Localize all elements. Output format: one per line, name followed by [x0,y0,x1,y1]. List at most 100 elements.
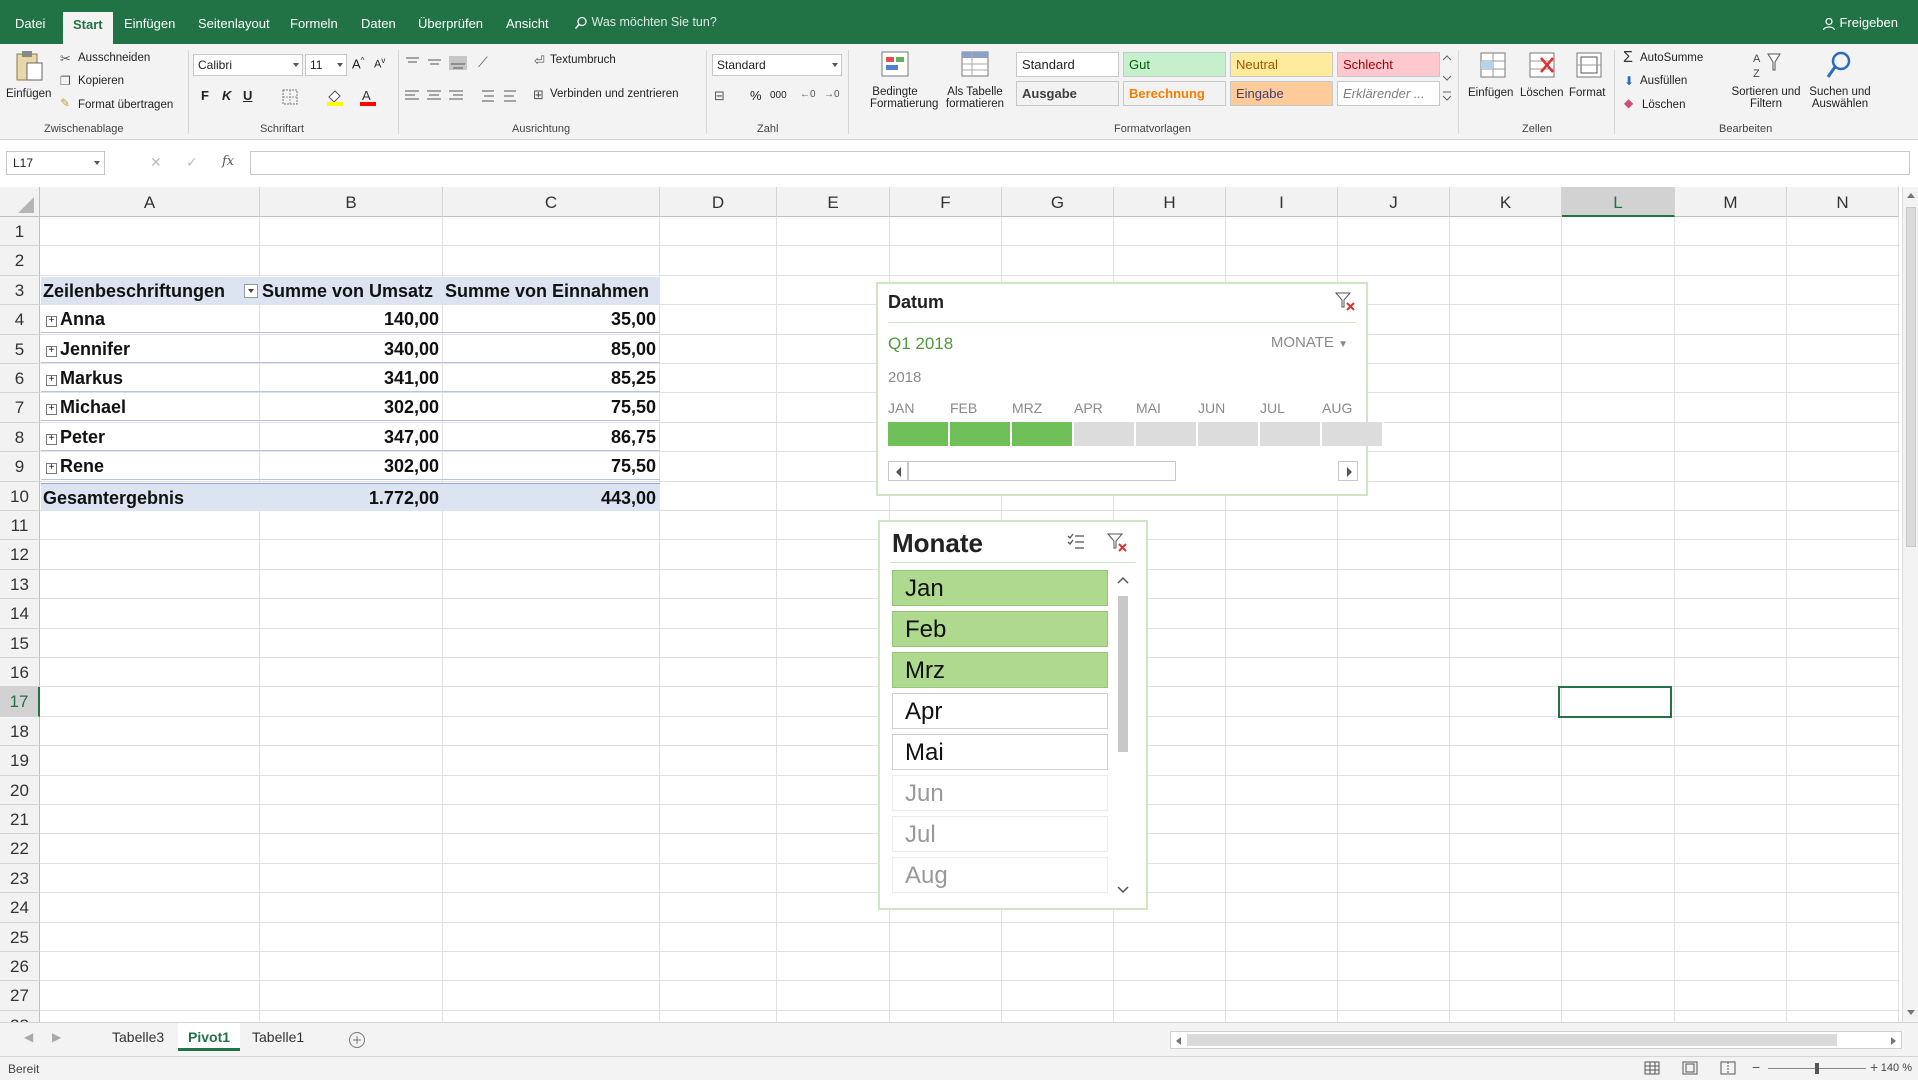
tab-seitenlayout[interactable]: Seitenlayout [198,16,270,31]
cell-style-eingabe[interactable]: Eingabe [1230,81,1333,106]
column-header-e[interactable]: E [777,187,890,217]
bold-button[interactable]: F [201,88,209,103]
column-header-d[interactable]: D [660,187,777,217]
row-header-16[interactable]: 16 [0,658,40,688]
cell-style-schlecht[interactable]: Schlecht [1337,52,1440,77]
row-header-19[interactable]: 19 [0,746,40,776]
paste-button[interactable]: Einfügen [6,88,51,100]
months-slicer[interactable]: Monate Jan Feb Mrz Apr Mai Jun Jul Aug [878,520,1148,910]
select-all-corner[interactable] [0,187,40,217]
slicer-item-apr[interactable]: Apr [892,693,1108,729]
expand-icon[interactable]: + [46,316,57,328]
column-header-g[interactable]: G [1002,187,1114,217]
timeline-month-segment[interactable] [888,422,950,446]
formula-input[interactable] [250,151,1910,175]
scroll-up-icon[interactable] [1906,191,1916,199]
column-header-h[interactable]: H [1114,187,1226,217]
page-layout-view-icon[interactable] [1682,1061,1698,1075]
cell-style-standard[interactable]: Standard [1016,52,1119,77]
row-header-28[interactable]: 28 [0,1010,40,1022]
pivot-cell-umsatz[interactable]: 340,00 [260,335,443,363]
column-header-a[interactable]: A [40,187,260,217]
timeline-level-dropdown[interactable]: MONATE ▼ [1271,334,1348,351]
clear-filter-icon[interactable] [1106,531,1128,553]
conditional-formatting-button[interactable]: Bedingte Formatierung [870,86,938,110]
tell-me-search[interactable]: Was möchten Sie tun? [574,15,717,30]
row-header-17[interactable]: 17 [0,687,40,717]
cell-style-ausgabe[interactable]: Ausgabe [1016,81,1119,106]
next-sheet-icon[interactable]: ▶ [52,1030,61,1044]
column-header-b[interactable]: B [260,187,443,217]
expand-icon[interactable]: + [46,345,57,357]
scroll-down-icon[interactable] [1906,1009,1916,1017]
row-header-4[interactable]: 4 [0,305,40,335]
decrease-decimal-icon[interactable]: →0 [824,89,840,100]
column-header-j[interactable]: J [1338,187,1450,217]
row-header-7[interactable]: 7 [0,393,40,423]
pivot-row-label[interactable]: + Anna [41,305,260,334]
tab-einfuegen[interactable]: Einfügen [124,16,175,31]
thousands-button[interactable]: 000 [770,90,787,101]
row-header-13[interactable]: 13 [0,569,40,600]
sheet-tab-pivot1[interactable]: Pivot1 [178,1023,241,1051]
row-header-18[interactable]: 18 [0,716,40,747]
row-header-2[interactable]: 2 [0,246,40,276]
shrink-font-icon[interactable]: Av [374,56,385,71]
zoom-level[interactable]: 140 % [1881,1062,1912,1074]
clear-filter-icon[interactable] [1334,290,1356,312]
tab-daten[interactable]: Daten [361,16,396,31]
scroll-left-icon[interactable] [1174,1036,1182,1046]
timeline-month-segment[interactable] [1012,422,1074,446]
cancel-icon[interactable]: ✕ [150,154,162,171]
slicer-item-jun[interactable]: Jun [892,775,1108,811]
copy-button[interactable]: Kopieren [78,75,124,87]
tab-datei[interactable]: Datei [15,16,45,31]
tab-ansicht[interactable]: Ansicht [506,16,549,31]
pivot-cell-einnahmen[interactable]: 75,50 [443,452,660,481]
column-header-f[interactable]: F [890,187,1002,217]
cell-style-erklärender[interactable]: Erklärender ... [1337,81,1440,106]
pivot-cell-einnahmen[interactable]: 35,00 [443,305,660,334]
column-header-i[interactable]: I [1226,187,1338,217]
slicer-item-mrz[interactable]: Mrz [892,652,1108,688]
timeline-month-segment[interactable] [1260,422,1322,446]
row-header-27[interactable]: 27 [0,981,40,1011]
percent-button[interactable]: % [750,88,762,103]
format-painter-button[interactable]: Format übertragen [78,99,173,111]
cell-style-gut[interactable]: Gut [1123,52,1226,77]
find-select-button[interactable]: Suchen und Auswählen [1802,86,1878,110]
scroll-right-icon[interactable] [1890,1036,1898,1046]
fill-color-icon[interactable] [326,88,344,106]
horizontal-scroll-thumb[interactable] [1187,1034,1837,1046]
pivot-cell-umsatz[interactable]: 302,00 [260,393,443,422]
row-header-3[interactable]: 3 [0,275,40,306]
vertical-scroll-thumb[interactable] [1906,207,1916,547]
expand-icon[interactable]: + [46,463,57,475]
pivot-row-label[interactable]: + Jennifer [41,335,260,363]
expand-icon[interactable]: + [46,375,57,386]
clear-button[interactable]: Löschen [1642,99,1685,111]
wrap-text-button[interactable]: Textumbruch [550,54,616,66]
zoom-out-icon[interactable]: − [1752,1059,1760,1075]
name-box[interactable]: L17 [6,151,105,175]
column-header-m[interactable]: M [1675,187,1787,217]
slicer-item-aug[interactable]: Aug [892,857,1108,893]
row-header-10[interactable]: 10 [0,481,40,511]
insert-function-button[interactable]: fx [222,154,234,169]
tab-start[interactable]: Start [63,12,113,44]
merge-center-button[interactable]: Verbinden und zentrieren [550,88,679,100]
timeline-month-segment[interactable] [1322,422,1384,446]
vertical-scrollbar[interactable] [1902,187,1918,1022]
indent-icons[interactable] [478,90,518,102]
sort-filter-button[interactable]: Sortieren und Filtern [1728,86,1804,110]
gallery-scroll-icon[interactable] [1441,50,1453,110]
row-header-8[interactable]: 8 [0,422,40,453]
timeline-month-segment[interactable] [1198,422,1260,446]
timeline-scrollbar[interactable] [888,460,1358,482]
row-header-9[interactable]: 9 [0,452,40,482]
pivot-row-label[interactable]: + Rene [41,452,260,481]
vertical-align-icons[interactable] [405,56,471,70]
add-sheet-icon[interactable] [348,1031,366,1049]
row-header-5[interactable]: 5 [0,334,40,364]
chevron-down-icon[interactable] [1116,884,1130,896]
